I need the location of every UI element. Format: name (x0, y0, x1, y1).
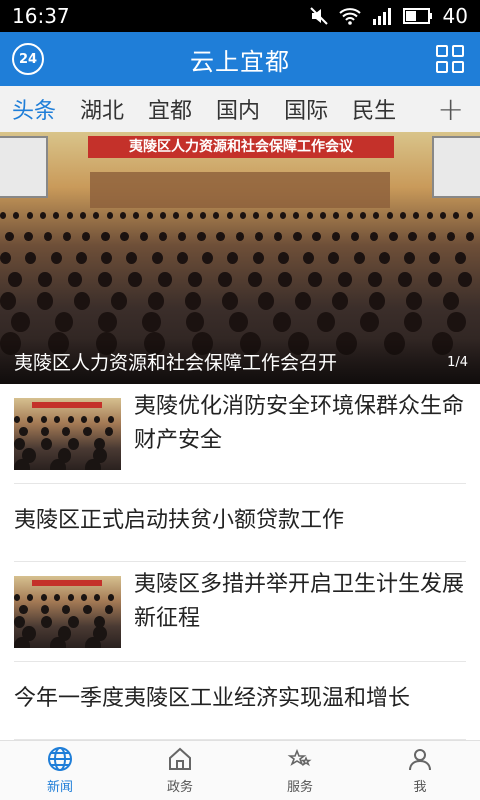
news-item[interactable]: 夷陵区多措并举开启卫生计生发展新征程 (14, 562, 466, 662)
wifi-icon (338, 8, 361, 25)
news-headline: 夷陵区多措并举开启卫生计生发展新征程 (134, 572, 465, 631)
channel-tabs: 头条 湖北 宜都 国内 国际 民生 + (0, 86, 480, 132)
news-item[interactable]: 今年一季度夷陵区工业经济实现温和增长 (14, 662, 466, 740)
add-channel-button[interactable]: + (437, 90, 464, 128)
news-headline: 今年一季度夷陵区工业经济实现温和增长 (14, 686, 411, 711)
tab-yidu[interactable]: 宜都 (148, 93, 192, 125)
nav-me-label: 我 (413, 780, 427, 795)
bottom-nav: 新闻 政务 服务 我 (0, 740, 480, 800)
app-title: 云上宜都 (190, 47, 290, 76)
nav-news-label: 新闻 (46, 780, 73, 795)
nav-me[interactable]: 我 (360, 741, 480, 800)
battery-icon (402, 8, 432, 24)
nav-services[interactable]: 服务 (240, 741, 360, 800)
status-icons: 40 (309, 4, 468, 28)
app-header: 24 云上宜都 (0, 32, 480, 86)
home-icon (169, 747, 191, 770)
hero-caption: 夷陵区人力资源和社会保障工作会召开 (0, 338, 480, 384)
stars-icon (287, 748, 312, 767)
weather-button[interactable]: 24 (12, 43, 44, 75)
hero-page-counter: 1/4 (447, 355, 468, 370)
news-item[interactable]: 夷陵优化消防安全环境保群众生命财产安全 (14, 384, 466, 484)
news-thumbnail (14, 576, 121, 648)
grid-menu-icon[interactable] (436, 45, 464, 73)
news-headline: 夷陵区正式启动扶贫小额贷款工作 (14, 508, 345, 533)
tab-livelihood[interactable]: 民生 (352, 93, 396, 125)
battery-level: 40 (442, 4, 468, 28)
tab-hubei[interactable]: 湖北 (80, 93, 124, 125)
mute-icon (309, 7, 328, 25)
nav-services-label: 服务 (286, 780, 313, 795)
person-icon (409, 749, 431, 771)
nav-government[interactable]: 政务 (120, 741, 240, 800)
signal-icon (372, 8, 391, 25)
news-headline: 夷陵优化消防安全环境保群众生命财产安全 (134, 394, 465, 453)
news-list: 夷陵优化消防安全环境保群众生命财产安全 夷陵区正式启动扶贫小额贷款工作 夷陵区多… (0, 384, 480, 740)
news-item[interactable]: 夷陵区正式启动扶贫小额贷款工作 (14, 484, 466, 562)
nav-government-label: 政务 (166, 780, 193, 795)
tab-international[interactable]: 国际 (284, 93, 328, 125)
nav-news[interactable]: 新闻 (0, 741, 120, 800)
status-bar: 16:37 40 (0, 0, 480, 32)
globe-icon (48, 747, 72, 771)
weather-temp: 24 (18, 51, 38, 67)
hero-carousel[interactable]: 夷陵区人力资源和社会保障工作会议 夷陵区人力资源和社会保障工作会召开 1/4 (0, 132, 480, 384)
status-time: 16:37 (12, 4, 70, 28)
news-thumbnail (14, 398, 121, 470)
tab-headline[interactable]: 头条 (12, 93, 56, 125)
tab-domestic[interactable]: 国内 (216, 93, 260, 125)
